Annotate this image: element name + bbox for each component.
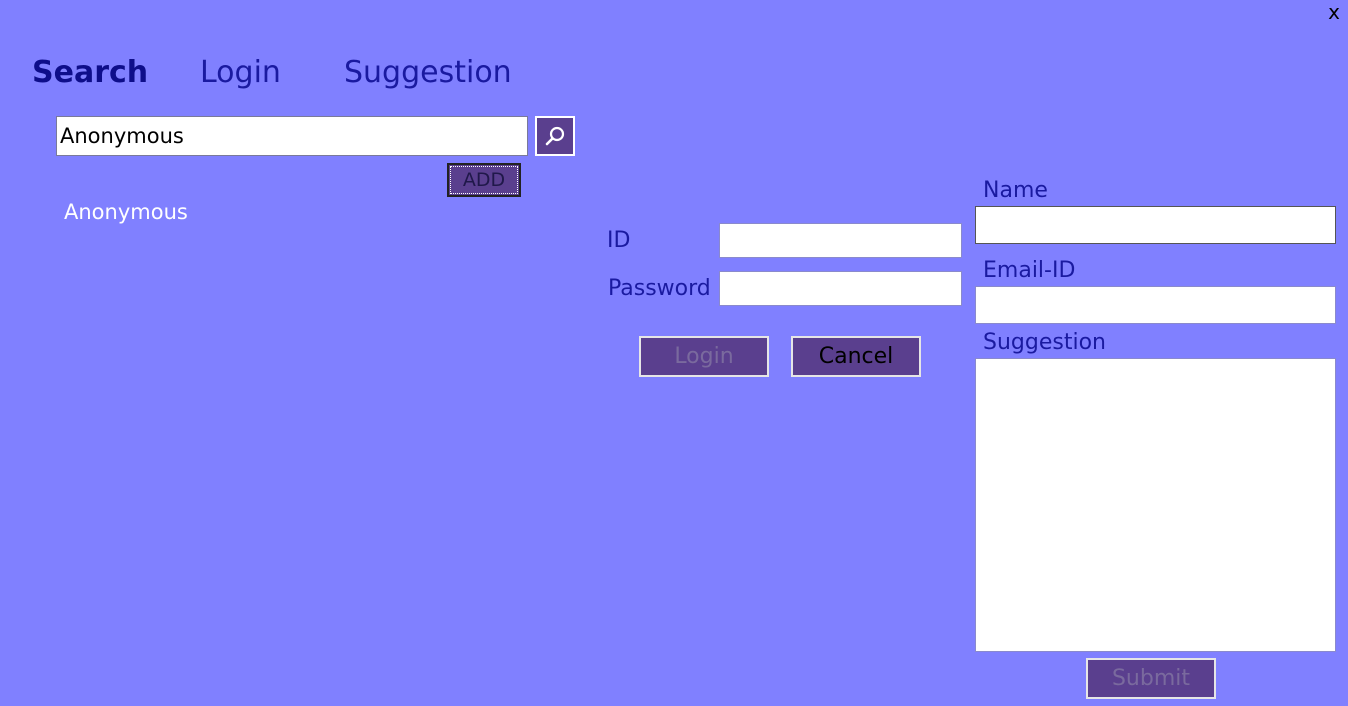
name-field[interactable] (975, 206, 1336, 244)
tab-login[interactable]: Login (200, 55, 281, 90)
search-button[interactable] (535, 116, 575, 156)
tab-search[interactable]: Search (32, 55, 148, 90)
id-field[interactable] (719, 223, 962, 258)
email-field[interactable] (975, 286, 1336, 324)
add-button[interactable]: ADD (447, 163, 521, 197)
cancel-button[interactable]: Cancel (791, 336, 921, 377)
submit-button[interactable]: Submit (1086, 658, 1216, 699)
search-result-item[interactable]: Anonymous (64, 200, 188, 224)
password-field[interactable] (719, 271, 962, 306)
suggestion-label: Suggestion (983, 330, 1106, 355)
name-label: Name (983, 178, 1048, 203)
id-label: ID (607, 228, 631, 253)
login-button[interactable]: Login (639, 336, 769, 377)
password-label: Password (608, 276, 711, 301)
search-icon (545, 126, 565, 146)
suggestion-textarea[interactable] (975, 358, 1336, 652)
close-button[interactable]: x (1328, 0, 1340, 24)
email-label: Email-ID (983, 258, 1076, 283)
search-input[interactable] (56, 116, 528, 156)
tab-suggestion[interactable]: Suggestion (344, 55, 512, 90)
